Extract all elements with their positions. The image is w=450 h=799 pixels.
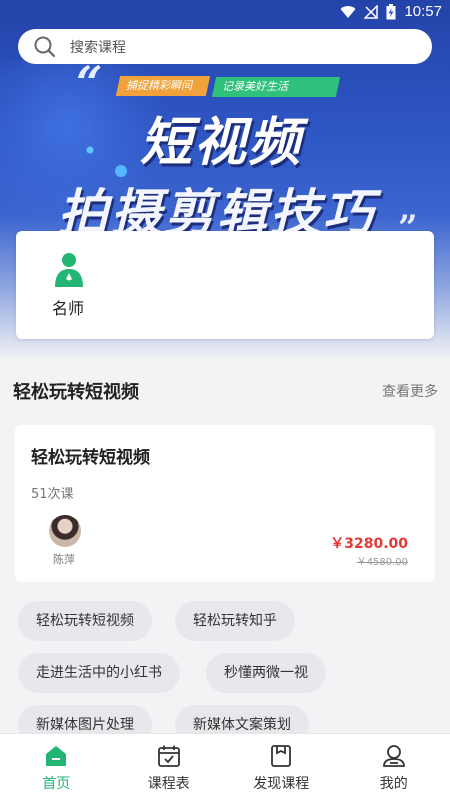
banner-dot-decoration: [70, 130, 110, 170]
teacher-icon: [55, 253, 83, 287]
nav-label: 首页: [42, 776, 71, 792]
avatar: [49, 515, 81, 547]
teacher-label: 名师: [52, 299, 85, 318]
home-icon: [46, 746, 67, 766]
section-title: 轻松玩转短视频: [13, 382, 139, 403]
banner-headline-1: 短视频: [140, 113, 303, 173]
search-icon: [34, 36, 56, 57]
nav-home[interactable]: 首页: [0, 734, 113, 799]
tag-chip[interactable]: 轻松玩转短视频: [18, 601, 152, 641]
no-signal-icon: [364, 4, 379, 19]
search-bar[interactable]: 搜索课程: [18, 29, 432, 64]
course-card[interactable]: 轻松玩转短视频 51次课 陈萍 ￥3280.00 ￥4580.00: [15, 425, 435, 582]
course-lesson-count: 51次课: [31, 487, 74, 502]
profile-icon: [382, 745, 405, 767]
nav-discover[interactable]: 发现课程: [225, 734, 338, 799]
course-original-price: ￥4580.00: [356, 557, 408, 568]
battery-charging-icon: [386, 3, 396, 19]
tag-chip[interactable]: 走进生活中的小红书: [18, 653, 180, 693]
course-title: 轻松玩转短视频: [31, 448, 150, 468]
banner-tag-right: 记录美好生活: [211, 77, 341, 97]
status-bar: 10:57: [0, 0, 450, 24]
nav-profile[interactable]: 我的: [338, 734, 450, 799]
nav-label: 我的: [379, 776, 408, 792]
banner-quote-open: “: [76, 56, 103, 110]
tag-chip[interactable]: 秒懂两微一视: [206, 653, 326, 693]
wifi-icon: [340, 5, 356, 18]
nav-label: 课程表: [147, 776, 190, 792]
bottom-nav: 首页 课程表 发现课程 我的: [0, 733, 450, 799]
discover-icon: [271, 745, 292, 767]
banner-tag-left: 捕捉精彩瞬间: [115, 76, 211, 96]
nav-schedule[interactable]: 课程表: [113, 734, 226, 799]
teacher-name: 陈萍: [53, 553, 75, 566]
calendar-icon: [157, 745, 180, 767]
status-time: 10:57: [404, 3, 442, 20]
see-more-link[interactable]: 查看更多: [382, 381, 438, 401]
course-price: ￥3280.00: [330, 536, 408, 552]
famous-teacher-card[interactable]: 名师: [16, 231, 434, 339]
tag-chip[interactable]: 轻松玩转知乎: [175, 601, 295, 641]
search-placeholder: 搜索课程: [70, 39, 126, 56]
nav-label: 发现课程: [253, 776, 310, 792]
